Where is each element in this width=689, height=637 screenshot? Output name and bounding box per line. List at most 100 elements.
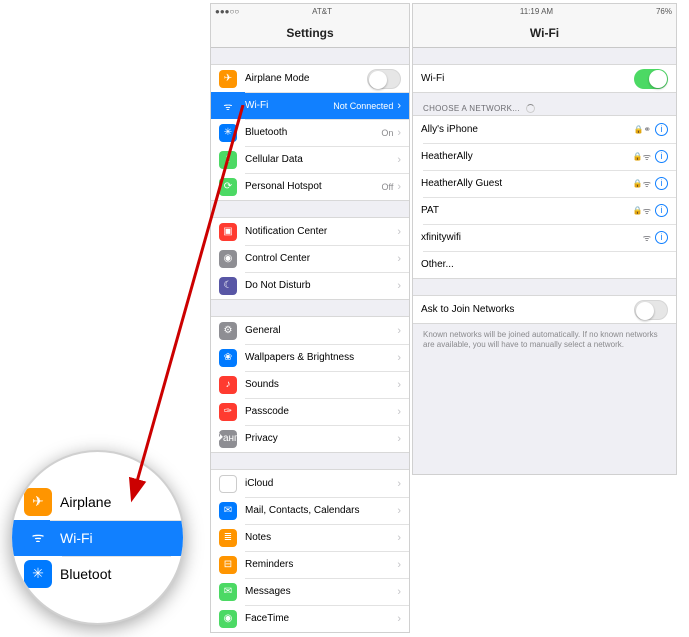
network-heatherally[interactable]: HeatherAlly🔒ᯤi — [413, 143, 676, 170]
chevron-right-icon: › — [397, 100, 401, 112]
row-value: On — [381, 128, 393, 138]
info-button[interactable]: i — [655, 204, 668, 217]
settings-row-wallpapers-brightness[interactable]: ❀Wallpapers & Brightness› — [211, 344, 409, 371]
zoom-icon: ✈ — [24, 488, 52, 516]
settings-row-facetime[interactable]: ◉FaceTime› — [211, 605, 409, 632]
settings-row-passcode[interactable]: ✑Passcode› — [211, 398, 409, 425]
wifi-signal-icon: ᯤ — [643, 150, 651, 163]
clock: 11:19 AM — [520, 7, 553, 16]
network-heatherally-guest[interactable]: HeatherAlly Guest🔒ᯤi — [413, 170, 676, 197]
chevron-right-icon: › — [397, 154, 401, 166]
status-bar: ●●●○○ AT&T — [211, 4, 409, 18]
zoom-callout: ✈ Airplane ᯤ Wi-Fi ✳Bluetoot — [10, 450, 185, 625]
lock-icon: 🔒 — [633, 179, 643, 188]
chevron-right-icon: › — [397, 325, 401, 337]
chevron-right-icon: › — [397, 559, 401, 571]
signal: ●●●○○ — [215, 7, 239, 16]
notes-icon: ≣ — [219, 529, 237, 547]
network-other[interactable]: Other... — [413, 251, 676, 278]
icloud-icon: ☁ — [219, 475, 237, 493]
settings-row-personal-hotspot[interactable]: ⟳Personal HotspotOff› — [211, 173, 409, 200]
sounds-icon: ♪ — [219, 376, 237, 394]
chevron-right-icon: › — [397, 226, 401, 238]
chevron-right-icon: › — [397, 379, 401, 391]
settings-row-wi-fi[interactable]: ᯤWi-FiNot Connected› — [211, 92, 409, 119]
wifi-signal-icon: ᯤ — [643, 204, 651, 217]
settings-panel: ●●●○○ AT&T Settings ✈Airplane ModeᯤWi-Fi… — [210, 3, 410, 633]
ask-toggle[interactable] — [634, 300, 668, 320]
airplane-mode-icon: ✈ — [219, 70, 237, 88]
status-bar: 11:19 AM 76% — [413, 4, 676, 18]
wifi-signal-icon: ᯤ — [643, 177, 651, 190]
network-xfinitywifi[interactable]: xfinitywifiᯤi — [413, 224, 676, 251]
zoom-row-bluetoot: ✳Bluetoot — [24, 556, 171, 592]
info-button[interactable]: i — [655, 177, 668, 190]
cellular-data-icon: ⟟ — [219, 151, 237, 169]
row-label: Wallpapers & Brightness — [245, 352, 397, 363]
zoom-label: Airplane — [60, 494, 111, 510]
network-name: HeatherAlly Guest — [421, 178, 633, 189]
ask-to-join-row[interactable]: Ask to Join Networks — [413, 296, 676, 323]
airplane-toggle[interactable] — [367, 69, 401, 89]
wifi-signal-icon: ⚭ — [643, 124, 651, 135]
row-label: Sounds — [245, 379, 397, 390]
zoom-icon: ᯤ — [24, 524, 52, 552]
notification-center-icon: ▣ — [219, 223, 237, 241]
info-button[interactable]: i — [655, 123, 668, 136]
info-button[interactable]: i — [655, 231, 668, 244]
settings-row-icloud[interactable]: ☁iCloud› — [211, 470, 409, 497]
row-label: General — [245, 325, 397, 336]
privacy-icon: �англ — [219, 430, 237, 448]
network-ally-s-iphone[interactable]: Ally's iPhone🔒⚭i — [413, 116, 676, 143]
ask-label: Ask to Join Networks — [421, 304, 634, 315]
network-pat[interactable]: PAT🔒ᯤi — [413, 197, 676, 224]
zoom-icon: ✳ — [24, 560, 52, 588]
lock-icon: 🔒 — [633, 152, 643, 161]
wi-fi-icon: ᯤ — [219, 97, 237, 115]
settings-row-notes[interactable]: ≣Notes› — [211, 524, 409, 551]
settings-row-privacy[interactable]: �англ Privacy› — [211, 425, 409, 452]
reminders-icon: ⊟ — [219, 556, 237, 574]
settings-row-mail-contacts-calendars[interactable]: ✉ Mail, Contacts, Calendars› — [211, 497, 409, 524]
wallpapers-brightness-icon: ❀ — [219, 349, 237, 367]
settings-row-notification-center[interactable]: ▣Notification Center› — [211, 218, 409, 245]
personal-hotspot-icon: ⟳ — [219, 178, 237, 196]
carrier: AT&T — [312, 7, 332, 16]
row-label: Privacy — [245, 433, 397, 444]
mail-contacts-calendars-icon: ✉ — [219, 502, 237, 520]
chevron-right-icon: › — [397, 181, 401, 193]
settings-row-general[interactable]: ⚙ General› — [211, 317, 409, 344]
settings-row-control-center[interactable]: ◉Control Center› — [211, 245, 409, 272]
row-label: Mail, Contacts, Calendars — [245, 505, 397, 516]
chevron-right-icon: › — [397, 433, 401, 445]
chevron-right-icon: › — [397, 127, 401, 139]
zoom-label: Wi-Fi — [60, 530, 93, 546]
zoom-row-wi-fi: ᯤ Wi-Fi — [12, 520, 183, 556]
settings-row-reminders[interactable]: ⊟Reminders› — [211, 551, 409, 578]
row-label: Cellular Data — [245, 154, 397, 165]
settings-row-airplane-mode[interactable]: ✈Airplane Mode — [211, 65, 409, 92]
row-label: Notes — [245, 532, 397, 543]
chevron-right-icon: › — [397, 505, 401, 517]
row-label: Personal Hotspot — [245, 181, 381, 192]
chevron-right-icon: › — [397, 280, 401, 292]
settings-row-messages[interactable]: ✉Messages› — [211, 578, 409, 605]
settings-row-sounds[interactable]: ♪ Sounds› — [211, 371, 409, 398]
row-label: Passcode — [245, 406, 397, 417]
wifi-toggle[interactable] — [634, 69, 668, 89]
wifi-toggle-row[interactable]: Wi-Fi — [413, 65, 676, 92]
row-value: Not Connected — [333, 101, 393, 111]
settings-row-bluetooth[interactable]: ✳BluetoothOn› — [211, 119, 409, 146]
network-name: HeatherAlly — [421, 151, 633, 162]
settings-row-do-not-disturb[interactable]: ☾Do Not Disturb› — [211, 272, 409, 299]
battery: 76% — [656, 7, 672, 16]
info-button[interactable]: i — [655, 150, 668, 163]
chevron-right-icon: › — [397, 613, 401, 625]
general-icon: ⚙ — [219, 322, 237, 340]
lock-icon: 🔒 — [633, 206, 643, 215]
messages-icon: ✉ — [219, 583, 237, 601]
row-label: Messages — [245, 586, 397, 597]
wifi-panel: 11:19 AM 76% Wi-Fi Wi-Fi CHOOSE A NETWOR… — [412, 3, 677, 475]
do-not-disturb-icon: ☾ — [219, 277, 237, 295]
settings-row-cellular-data[interactable]: ⟟ Cellular Data› — [211, 146, 409, 173]
